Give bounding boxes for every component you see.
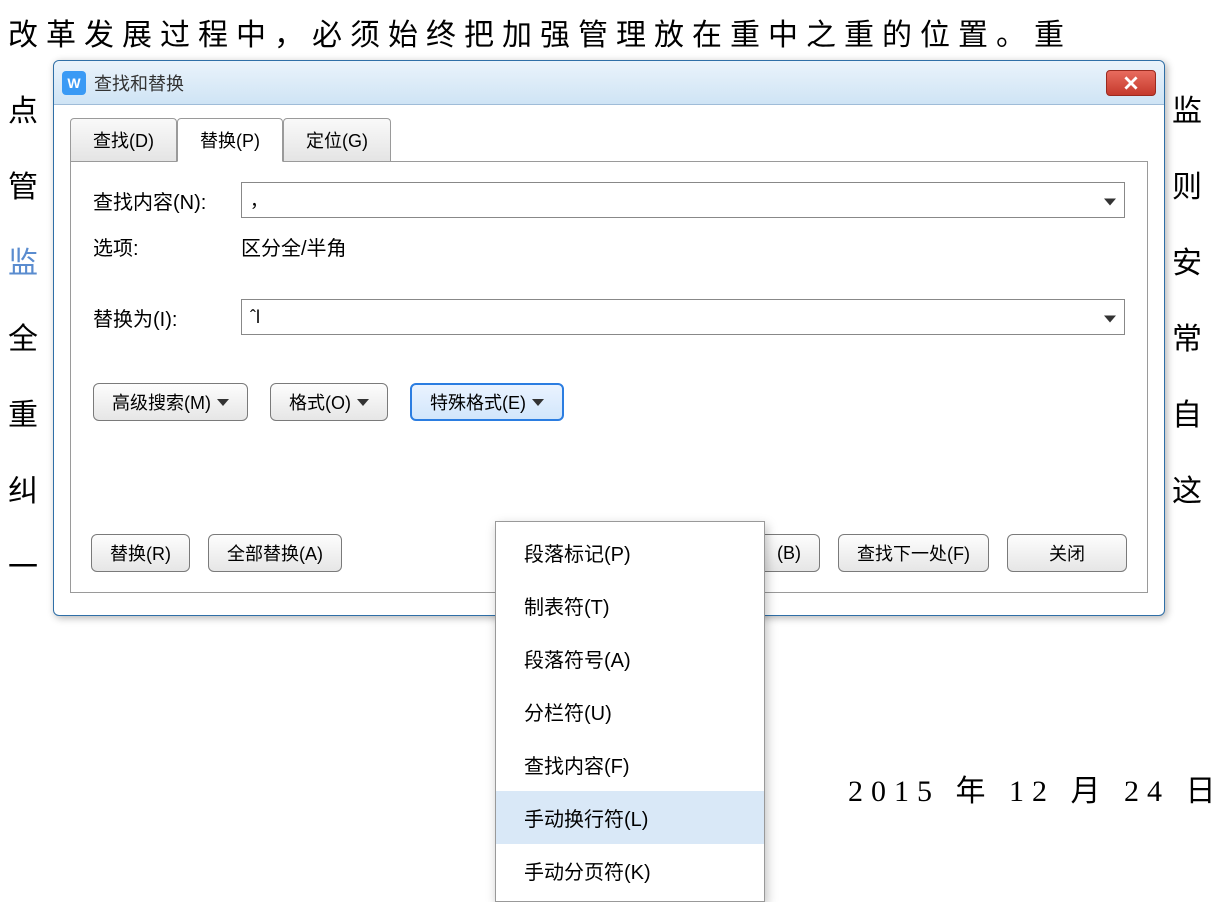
doc-line: 监 — [1172, 86, 1210, 130]
replace-button[interactable]: 替换(R) — [91, 534, 190, 572]
find-value: ， — [250, 187, 268, 213]
find-label: 查找内容(N): — [93, 186, 241, 215]
doc-line: 则 — [1172, 162, 1210, 206]
dialog-title: 查找和替换 — [94, 70, 184, 96]
close-button[interactable] — [1106, 70, 1156, 96]
btn-label: 全部替换(A) — [227, 540, 323, 566]
find-next-button[interactable]: 查找下一处(F) — [838, 534, 989, 572]
replace-value: ˆl — [250, 307, 260, 328]
chevron-down-icon[interactable] — [1104, 190, 1116, 211]
doc-line: 常 — [1172, 314, 1210, 358]
doc-line: 纠 — [8, 466, 46, 510]
doc-line: 监 — [8, 238, 46, 282]
chevron-down-icon — [532, 399, 544, 406]
doc-line: 全 — [8, 314, 46, 358]
replace-input[interactable]: ˆl — [241, 299, 1125, 335]
tab-goto[interactable]: 定位(G) — [283, 118, 391, 162]
close-icon — [1124, 76, 1138, 90]
btn-label: 格式(O) — [289, 389, 351, 415]
btn-label: 高级搜索(M) — [112, 389, 211, 415]
options-value: 区分全/半角 — [241, 232, 347, 261]
doc-line: 管 — [8, 162, 46, 206]
find-prev-button[interactable]: (B) — [758, 534, 820, 572]
doc-date: 2015 年 12 月 24 日 — [848, 766, 1216, 810]
replace-label: 替换为(I): — [93, 303, 241, 332]
doc-line: 这 — [1172, 466, 1210, 510]
menu-item-paragraph-mark[interactable]: 段落标记(P) — [496, 526, 764, 579]
btn-label: 特殊格式(E) — [430, 389, 526, 415]
options-label: 选项: — [93, 232, 241, 261]
doc-line: 一 — [8, 542, 46, 586]
chevron-down-icon — [357, 399, 369, 406]
special-format-button[interactable]: 特殊格式(E) — [410, 383, 564, 421]
titlebar[interactable]: W 查找和替换 — [54, 61, 1164, 105]
tab-replace[interactable]: 替换(P) — [177, 118, 283, 162]
doc-line: 改革发展过程中，必须始终把加强管理放在重中之重的位置。重 — [8, 10, 1072, 54]
btn-label: 查找下一处(F) — [857, 540, 970, 566]
special-format-menu: 段落标记(P) 制表符(T) 段落符号(A) 分栏符(U) 查找内容(F) 手动… — [495, 521, 765, 902]
menu-item-tab[interactable]: 制表符(T) — [496, 579, 764, 632]
menu-item-paragraph-symbol[interactable]: 段落符号(A) — [496, 632, 764, 685]
tab-row: 查找(D) 替换(P) 定位(G) — [54, 105, 1164, 161]
doc-line: 安 — [1172, 238, 1210, 282]
tab-find[interactable]: 查找(D) — [70, 118, 177, 162]
btn-label: 替换(R) — [110, 540, 171, 566]
menu-item-column-break[interactable]: 分栏符(U) — [496, 685, 764, 738]
replace-all-button[interactable]: 全部替换(A) — [208, 534, 342, 572]
doc-line: 点 — [8, 86, 46, 130]
menu-item-manual-page-break[interactable]: 手动分页符(K) — [496, 844, 764, 897]
format-button[interactable]: 格式(O) — [270, 383, 388, 421]
doc-line: 重 — [8, 390, 46, 434]
close-dialog-button[interactable]: 关闭 — [1007, 534, 1127, 572]
btn-label: 关闭 — [1049, 540, 1085, 566]
app-icon: W — [62, 71, 86, 95]
doc-line: 自 — [1172, 390, 1210, 434]
menu-item-manual-line-break[interactable]: 手动换行符(L) — [496, 791, 764, 844]
btn-label: (B) — [777, 543, 801, 564]
find-input[interactable]: ， — [241, 182, 1125, 218]
chevron-down-icon — [217, 399, 229, 406]
chevron-down-icon[interactable] — [1104, 307, 1116, 328]
menu-item-find-content[interactable]: 查找内容(F) — [496, 738, 764, 791]
advanced-search-button[interactable]: 高级搜索(M) — [93, 383, 248, 421]
